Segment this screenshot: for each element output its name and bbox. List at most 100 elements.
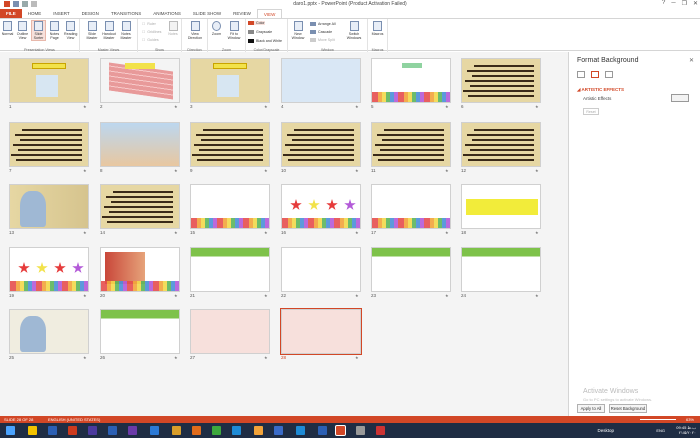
gridlines-checkbox[interactable]: ☐ Gridlines	[142, 30, 161, 34]
tab-view[interactable]: VIEW	[256, 9, 283, 18]
slide-thumbnail[interactable]	[100, 309, 180, 354]
slide-thumbnail[interactable]	[461, 122, 541, 167]
cascade-button[interactable]: Cascade	[310, 30, 332, 34]
restore-button[interactable]: ❐	[682, 0, 687, 7]
transition-star-icon[interactable]: ★	[445, 168, 449, 173]
slide-thumbnail[interactable]	[371, 184, 451, 229]
tab-transitions[interactable]: TRANSITIONS	[105, 9, 147, 18]
transition-star-icon[interactable]: ★	[355, 355, 359, 360]
slide-thumbnail[interactable]	[100, 58, 180, 103]
fill-icon[interactable]	[577, 71, 585, 78]
transition-star-icon[interactable]: ★	[174, 355, 178, 360]
slide-thumbnail[interactable]	[100, 122, 180, 167]
media-player-icon[interactable]	[192, 426, 201, 435]
transition-star-icon[interactable]: ★	[264, 355, 268, 360]
slide-thumbnail[interactable]	[281, 247, 361, 292]
effects-icon[interactable]	[591, 71, 599, 78]
transition-star-icon[interactable]: ★	[355, 168, 359, 173]
illustrator-icon[interactable]	[150, 426, 159, 435]
macros-button[interactable]: Macros	[371, 21, 384, 36]
grayscale-button[interactable]: Grayscale	[248, 30, 272, 34]
transition-star-icon[interactable]: ★	[264, 104, 268, 109]
reset-background-button[interactable]: Reset Background	[609, 404, 647, 413]
move-split-button[interactable]: Move Split	[310, 38, 335, 42]
slide-thumbnail[interactable]	[100, 247, 180, 292]
guides-checkbox[interactable]: ☐ Guides	[142, 38, 159, 42]
tab-animations[interactable]: ANIMATIONS	[147, 9, 187, 18]
slide-thumbnail[interactable]	[281, 122, 361, 167]
slide-thumbnail[interactable]	[9, 247, 89, 292]
slide-thumbnail[interactable]	[9, 309, 89, 354]
artistic-effects-section[interactable]: ◢ ARTISTIC EFFECTS	[577, 87, 624, 93]
picture-icon[interactable]	[605, 71, 613, 78]
slide-thumbnail[interactable]	[281, 184, 361, 229]
close-button[interactable]: ✕	[693, 0, 698, 7]
zoom-level[interactable]: 63%	[686, 416, 694, 423]
normal-view-button[interactable]: Normal	[1, 21, 14, 36]
clock[interactable]: 09:45 ب.ظ ۲۱/۵/۲۰۲۰	[676, 425, 696, 435]
desktop-toolbar[interactable]: Desktop	[597, 428, 614, 433]
word-doc-icon[interactable]	[318, 426, 327, 435]
slide-thumbnail[interactable]	[9, 184, 89, 229]
outline-view-button[interactable]: Outline View	[16, 21, 29, 40]
slide-thumbnail[interactable]	[190, 58, 270, 103]
explorer-icon[interactable]	[28, 426, 37, 435]
transition-star-icon[interactable]: ★	[355, 293, 359, 298]
transition-star-icon[interactable]: ★	[174, 293, 178, 298]
transition-star-icon[interactable]: ★	[264, 230, 268, 235]
slide-thumbnail[interactable]	[280, 308, 362, 355]
view-direction-button[interactable]: View Direction	[186, 21, 204, 40]
notes-button[interactable]: Notes	[167, 21, 179, 36]
transition-star-icon[interactable]: ★	[83, 230, 87, 235]
zoom-button[interactable]: Zoom	[210, 21, 223, 36]
transition-star-icon[interactable]: ★	[174, 104, 178, 109]
word-icon[interactable]	[48, 426, 57, 435]
switch-windows-button[interactable]: Switch Windows	[344, 21, 364, 40]
folder-icon[interactable]	[254, 426, 263, 435]
minimize-button[interactable]: ─	[671, 0, 675, 7]
slide-thumbnail[interactable]	[100, 184, 180, 229]
tab-review[interactable]: REVIEW	[227, 9, 257, 18]
slide-thumbnail[interactable]	[461, 184, 541, 229]
transition-star-icon[interactable]: ★	[355, 104, 359, 109]
transition-star-icon[interactable]: ★	[535, 293, 539, 298]
transition-star-icon[interactable]: ★	[445, 293, 449, 298]
artistic-effects-dropdown[interactable]	[671, 94, 689, 102]
photoshop-icon[interactable]	[108, 426, 117, 435]
telegram-icon[interactable]	[296, 426, 305, 435]
transition-star-icon[interactable]: ★	[83, 355, 87, 360]
firefox-icon[interactable]	[172, 426, 181, 435]
powerpoint-taskbar-icon[interactable]	[335, 425, 346, 436]
slide-thumbnail[interactable]	[190, 309, 270, 354]
slide-sorter-area[interactable]: 1 ★ 2 ★ 3 ★ 4 ★ 5 ★ 6 ★ 7 ★ 8 ★ 9 ★ 10 ★ 11 ★ 12 ★ 13 ★ 14 ★ 15 ★ 16 ★ 1…	[0, 52, 568, 416]
handout-master-button[interactable]: Handout Master	[101, 21, 117, 40]
app3-icon[interactable]	[376, 426, 385, 435]
slide-thumbnail[interactable]	[190, 184, 270, 229]
tab-insert[interactable]: INSERT	[47, 9, 75, 18]
notes-page-button[interactable]: Notes Page	[48, 21, 61, 40]
reset-button[interactable]: Reset	[583, 108, 599, 115]
black-and-white-button[interactable]: Black and White	[248, 39, 282, 43]
after-effects-icon[interactable]	[128, 426, 137, 435]
language-indicator-tray[interactable]: ENG	[656, 428, 665, 433]
transition-star-icon[interactable]: ★	[535, 104, 539, 109]
tab-file[interactable]: FILE	[0, 9, 22, 18]
app-icon[interactable]	[274, 426, 283, 435]
slide-thumbnail[interactable]	[9, 58, 89, 103]
ruler-checkbox[interactable]: ☐ Ruler	[142, 22, 156, 26]
transition-star-icon[interactable]: ★	[264, 168, 268, 173]
slide-thumbnail[interactable]	[371, 247, 451, 292]
transition-star-icon[interactable]: ★	[83, 293, 87, 298]
transition-star-icon[interactable]: ★	[83, 104, 87, 109]
fit-to-window-button[interactable]: Fit to Window	[226, 21, 242, 40]
notes-master-button[interactable]: Notes Master	[118, 21, 134, 40]
transition-star-icon[interactable]: ★	[355, 230, 359, 235]
transition-star-icon[interactable]: ★	[83, 168, 87, 173]
arrange-all-button[interactable]: Arrange All	[310, 22, 336, 26]
chrome-icon[interactable]	[212, 426, 221, 435]
slide-thumbnail[interactable]	[190, 247, 270, 292]
new-window-button[interactable]: New Window	[291, 21, 305, 40]
color-button[interactable]: Color	[248, 21, 265, 25]
transition-star-icon[interactable]: ★	[174, 230, 178, 235]
slide-thumbnail[interactable]	[371, 58, 451, 103]
